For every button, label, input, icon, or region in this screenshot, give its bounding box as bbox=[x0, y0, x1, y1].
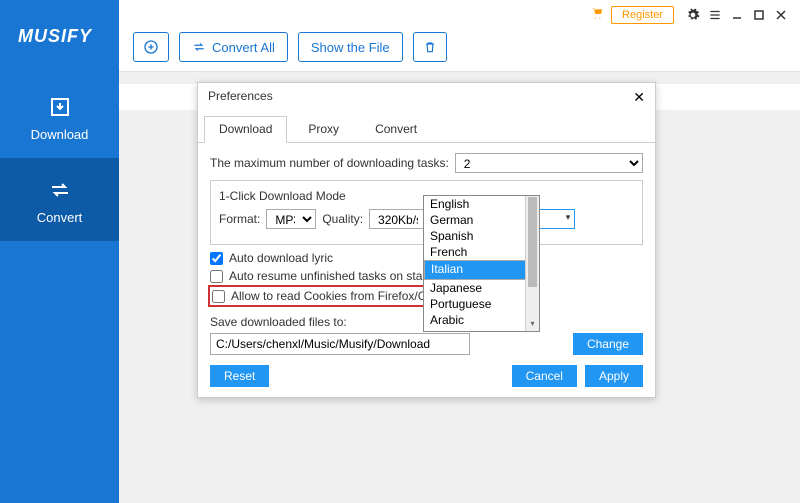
dropdown-option[interactable]: Spanish bbox=[424, 228, 539, 244]
toolbar: Convert All Show the File bbox=[133, 32, 447, 62]
maximize-icon[interactable] bbox=[752, 8, 766, 22]
menu-icon[interactable] bbox=[708, 8, 722, 22]
gear-icon[interactable] bbox=[686, 8, 700, 22]
dropdown-option[interactable]: Italian bbox=[424, 260, 539, 280]
plus-icon bbox=[143, 39, 159, 55]
show-file-label: Show the File bbox=[311, 40, 390, 55]
dialog-title: Preferences bbox=[198, 83, 655, 110]
apply-button[interactable]: Apply bbox=[585, 365, 643, 387]
cancel-button[interactable]: Cancel bbox=[512, 365, 577, 387]
refresh-icon bbox=[192, 40, 206, 54]
reset-button[interactable]: Reset bbox=[210, 365, 269, 387]
convert-all-label: Convert All bbox=[212, 40, 275, 55]
convert-icon bbox=[48, 178, 72, 202]
tab-download[interactable]: Download bbox=[204, 116, 287, 143]
tab-proxy[interactable]: Proxy bbox=[293, 116, 354, 142]
chevron-down-icon: ▾ bbox=[566, 212, 571, 223]
lyric-dropdown-list[interactable]: EnglishGermanSpanishFrenchItalianJapanes… bbox=[423, 195, 540, 332]
dropdown-option[interactable]: Russian bbox=[424, 328, 539, 331]
sidebar: MUSIFY Download Convert bbox=[0, 0, 119, 503]
show-file-button[interactable]: Show the File bbox=[298, 32, 403, 62]
change-button[interactable]: Change bbox=[573, 333, 643, 355]
quality-label: Quality: bbox=[322, 212, 363, 226]
dropdown-option[interactable]: English bbox=[424, 196, 539, 212]
close-icon[interactable] bbox=[774, 8, 788, 22]
add-button[interactable] bbox=[133, 32, 169, 62]
sidebar-item-download[interactable]: Download bbox=[0, 75, 119, 158]
trash-icon bbox=[423, 40, 437, 54]
dropdown-option[interactable]: Japanese bbox=[424, 280, 539, 296]
sidebar-item-label: Convert bbox=[0, 210, 119, 225]
max-tasks-label: The maximum number of downloading tasks: bbox=[210, 156, 449, 170]
scroll-down-arrow[interactable]: ▾ bbox=[526, 319, 539, 331]
dropdown-option[interactable]: Portuguese bbox=[424, 296, 539, 312]
dialog-footer: Reset Cancel Apply bbox=[210, 365, 643, 387]
dropdown-option[interactable]: Arabic bbox=[424, 312, 539, 328]
delete-button[interactable] bbox=[413, 32, 447, 62]
save-path-input[interactable] bbox=[210, 333, 470, 355]
dropdown-scrollbar[interactable]: ▴ ▾ bbox=[525, 196, 539, 331]
download-icon bbox=[48, 95, 72, 119]
register-button[interactable]: Register bbox=[611, 6, 674, 24]
dropdown-option[interactable]: French bbox=[424, 244, 539, 260]
dialog-close-button[interactable]: ✕ bbox=[633, 89, 645, 106]
convert-all-button[interactable]: Convert All bbox=[179, 32, 288, 62]
dropdown-option[interactable]: German bbox=[424, 212, 539, 228]
tab-convert[interactable]: Convert bbox=[360, 116, 432, 142]
topbar: Register Convert All Show the File bbox=[119, 0, 800, 72]
format-select[interactable]: MP3 bbox=[266, 209, 316, 229]
topbar-right: Register bbox=[589, 6, 788, 24]
dialog-tabs: Download Proxy Convert bbox=[198, 116, 655, 143]
sidebar-item-convert[interactable]: Convert bbox=[0, 158, 119, 241]
max-tasks-select[interactable]: 2 bbox=[455, 153, 643, 173]
app-logo: MUSIFY bbox=[0, 0, 119, 47]
sidebar-item-label: Download bbox=[0, 127, 119, 142]
cart-icon[interactable] bbox=[589, 7, 605, 24]
format-label: Format: bbox=[219, 212, 260, 226]
minimize-icon[interactable] bbox=[730, 8, 744, 22]
scroll-thumb[interactable] bbox=[528, 197, 537, 287]
